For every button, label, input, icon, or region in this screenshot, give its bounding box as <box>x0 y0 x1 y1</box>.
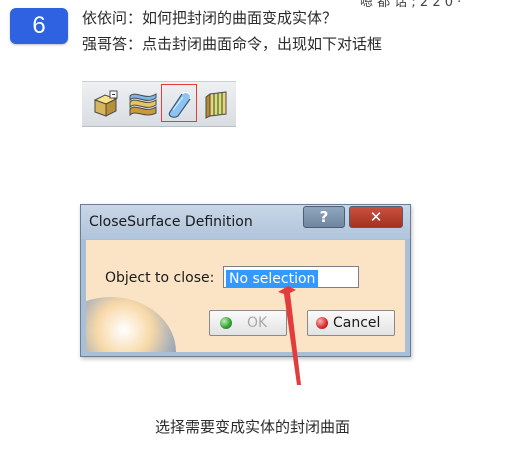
green-dot-icon <box>220 317 232 329</box>
caption-text: 选择需要变成实体的封闭曲面 <box>154 418 350 436</box>
object-to-close-field[interactable]: No selection <box>223 266 359 288</box>
step-number-badge: 6 <box>10 8 68 44</box>
question-text: 依依问：如何把封闭的曲面变成实体？ <box>82 9 338 27</box>
dialog-titlebar[interactable]: CloseSurface Definition ? ✕ <box>81 205 410 239</box>
red-dot-icon <box>316 317 328 329</box>
toolbar-highlight-box <box>161 84 197 122</box>
thick-surface-icon[interactable] <box>127 88 159 120</box>
cropped-header-text: 嗯 都 话 ; 2 2 0 · <box>360 0 462 10</box>
help-button[interactable]: ? <box>303 206 345 228</box>
solid-box-icon[interactable] <box>90 88 122 120</box>
dialog-body: Object to close: No selection OK Cancel <box>86 240 405 352</box>
object-to-close-label: Object to close: <box>105 270 215 286</box>
catia-toolbar <box>82 81 236 127</box>
field-value: No selection <box>226 270 319 288</box>
cancel-label: Cancel <box>333 315 381 331</box>
answer-text: 强哥答：点击封闭曲面命令，出现如下对话框 <box>82 35 383 53</box>
closesurface-dialog: CloseSurface Definition ? ✕ Object to cl… <box>80 204 411 357</box>
ok-label: OK <box>247 315 268 331</box>
ok-button[interactable]: OK <box>209 310 287 336</box>
sew-surface-icon[interactable] <box>202 88 234 120</box>
cancel-button[interactable]: Cancel <box>307 310 395 336</box>
dialog-title: CloseSurface Definition <box>89 214 253 230</box>
decorative-glow <box>86 297 176 352</box>
close-button[interactable]: ✕ <box>349 206 403 228</box>
